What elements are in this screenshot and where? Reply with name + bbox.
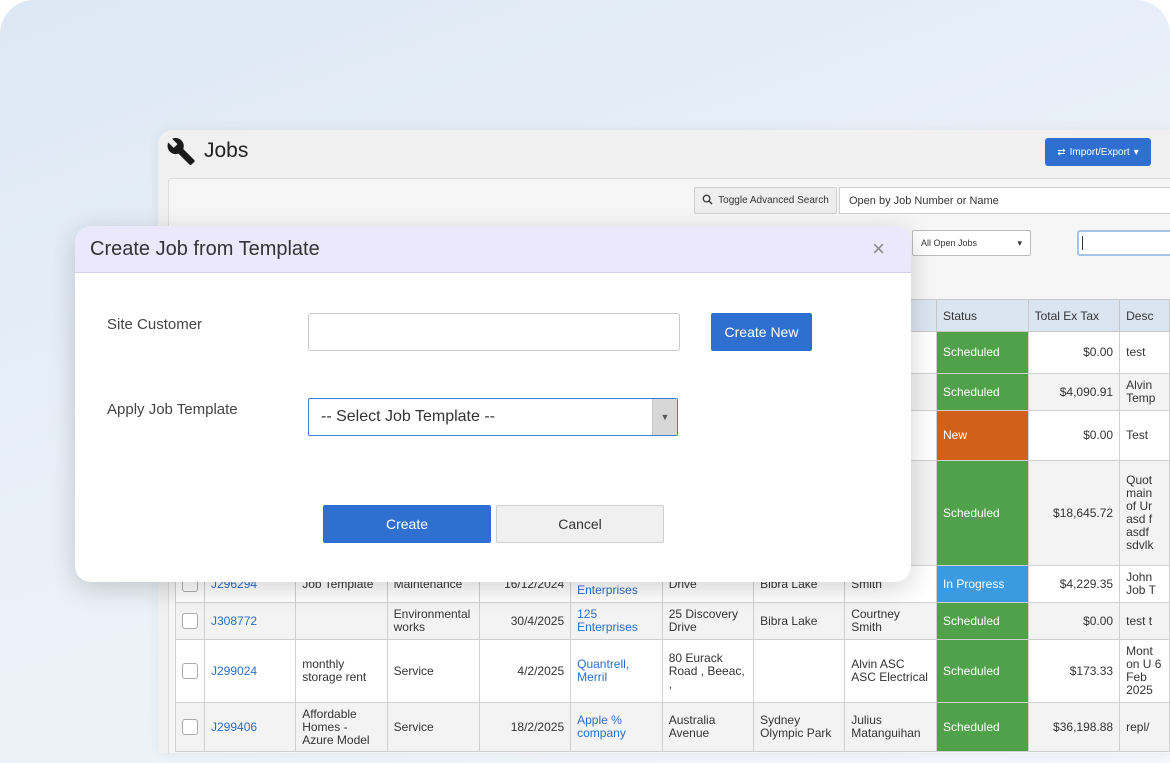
- col-header-description[interactable]: Desc: [1119, 299, 1170, 332]
- total-ex-tax-cell: $0.00: [1027, 602, 1121, 640]
- status-badge-cell: Scheduled: [935, 373, 1029, 411]
- site-customer-input[interactable]: [308, 313, 680, 351]
- job-type-cell: Environmental works: [386, 602, 480, 640]
- status-badge-cell: Scheduled: [935, 702, 1029, 752]
- row-checkbox-cell: [175, 639, 205, 703]
- job-type-cell: Service: [386, 702, 480, 752]
- status-badge-cell: New: [935, 410, 1029, 461]
- page-header: Jobs: [166, 136, 248, 166]
- toggle-search-label: Toggle Advanced Search: [718, 195, 829, 206]
- caret-down-icon: ▾: [1017, 237, 1022, 248]
- total-ex-tax-cell: $18,645.72: [1027, 460, 1121, 566]
- job-number-cell[interactable]: J299024: [203, 639, 297, 703]
- description-cell: Quot main of Ur asd f asdf sdvlk: [1119, 460, 1170, 566]
- search-icon: [702, 194, 713, 208]
- assigned-to-cell: Courtney Smith: [844, 602, 937, 640]
- create-job-modal: Create Job from Template × Site Customer…: [75, 226, 911, 582]
- row-checkbox[interactable]: [182, 613, 198, 629]
- description-cell: test: [1119, 331, 1170, 374]
- status-badge-cell: Scheduled: [935, 331, 1029, 374]
- job-date-cell: 18/2/2025: [478, 702, 572, 752]
- total-ex-tax-cell: $4,229.35: [1027, 565, 1121, 603]
- site-address-cell: 80 Eurack Road , Beeac, ,: [661, 639, 755, 703]
- description-cell: John Job T: [1119, 565, 1170, 603]
- apply-job-template-label: Apply Job Template: [107, 401, 238, 418]
- job-name-cell: [295, 602, 388, 640]
- job-template-select[interactable]: -- Select Job Template -- ▼: [308, 398, 678, 436]
- open-by-job-input[interactable]: Open by Job Number or Name: [839, 187, 1170, 214]
- row-checkbox-cell: [175, 602, 205, 640]
- caret-down-icon: ▾: [1133, 146, 1139, 158]
- customer-cell[interactable]: Quantrell, Merril: [570, 639, 663, 703]
- suburb-cell: Sydney Olympic Park: [753, 702, 846, 752]
- site-address-cell: Australia Avenue: [661, 702, 755, 752]
- table-row[interactable]: J299024 monthly storage rent Service 4/2/20…: [175, 639, 1170, 703]
- modal-header: Create Job from Template ×: [75, 226, 911, 273]
- swap-icon: ⇄: [1057, 146, 1066, 158]
- col-header-total-ex-tax[interactable]: Total Ex Tax: [1027, 299, 1121, 332]
- job-filter-select[interactable]: All Open Jobs ▾: [912, 230, 1031, 256]
- description-cell: Alvin Temp: [1119, 373, 1170, 411]
- row-checkbox[interactable]: [182, 719, 198, 735]
- total-ex-tax-cell: $0.00: [1027, 410, 1121, 461]
- job-number-cell[interactable]: J299406: [203, 702, 297, 752]
- description-cell: test t: [1119, 602, 1170, 640]
- description-cell: Test: [1119, 410, 1170, 461]
- status-badge-cell: In Progress: [935, 565, 1029, 603]
- job-date-cell: 30/4/2025: [478, 602, 572, 640]
- total-ex-tax-cell: $173.33: [1027, 639, 1121, 703]
- total-ex-tax-cell: $4,090.91: [1027, 373, 1121, 411]
- search-input[interactable]: [1077, 230, 1170, 256]
- description-cell: repl/: [1119, 702, 1170, 752]
- job-filter-value: All Open Jobs: [921, 238, 978, 248]
- site-customer-label: Site Customer: [107, 316, 203, 333]
- wrench-icon: [167, 137, 195, 166]
- import-export-button[interactable]: ⇄ Import/Export ▾: [1045, 138, 1151, 166]
- description-cell: Mont on U 6 Feb 2025: [1119, 639, 1170, 703]
- caret-down-icon: ▼: [652, 399, 677, 435]
- job-template-value: -- Select Job Template --: [321, 408, 495, 425]
- job-number-cell[interactable]: J308772: [203, 602, 297, 640]
- customer-cell[interactable]: 125 Enterprises: [570, 602, 663, 640]
- table-row[interactable]: J308772 Environmental works 30/4/2025 125 E…: [175, 602, 1170, 640]
- job-date-cell: 4/2/2025: [478, 639, 572, 703]
- cancel-button[interactable]: Cancel: [496, 505, 664, 543]
- col-header-status[interactable]: Status: [935, 299, 1029, 332]
- status-badge-cell: Scheduled: [935, 460, 1029, 566]
- total-ex-tax-cell: $0.00: [1027, 331, 1121, 374]
- close-icon[interactable]: ×: [872, 236, 885, 262]
- row-checkbox-cell: [175, 702, 205, 752]
- assigned-to-cell: Alvin ASC ASC Electrical: [844, 639, 937, 703]
- import-export-label: Import/Export: [1069, 146, 1130, 158]
- create-new-button[interactable]: Create New: [711, 313, 812, 351]
- total-ex-tax-cell: $36,198.88: [1027, 702, 1121, 752]
- modal-title: Create Job from Template: [90, 237, 320, 260]
- assigned-to-cell: Julius Matanguihan: [844, 702, 937, 752]
- job-name-cell: Affordable Homes - Azure Model: [295, 702, 388, 752]
- job-type-cell: Service: [386, 639, 480, 703]
- table-row[interactable]: J299406 Affordable Homes - Azure Model Ser…: [175, 702, 1170, 752]
- status-badge-cell: Scheduled: [935, 639, 1029, 703]
- job-name-cell: monthly storage rent: [295, 639, 388, 703]
- customer-cell[interactable]: Apple % company: [570, 702, 663, 752]
- suburb-cell: Bibra Lake: [753, 602, 846, 640]
- page-title: Jobs: [204, 139, 249, 162]
- row-checkbox[interactable]: [182, 663, 198, 679]
- suburb-cell: [753, 639, 846, 703]
- site-address-cell: 25 Discovery Drive: [661, 602, 755, 640]
- status-badge-cell: Scheduled: [935, 602, 1029, 640]
- open-by-label: Open by Job Number or Name: [849, 194, 999, 207]
- toggle-advanced-search-button[interactable]: Toggle Advanced Search: [694, 187, 837, 214]
- create-button[interactable]: Create: [323, 505, 491, 543]
